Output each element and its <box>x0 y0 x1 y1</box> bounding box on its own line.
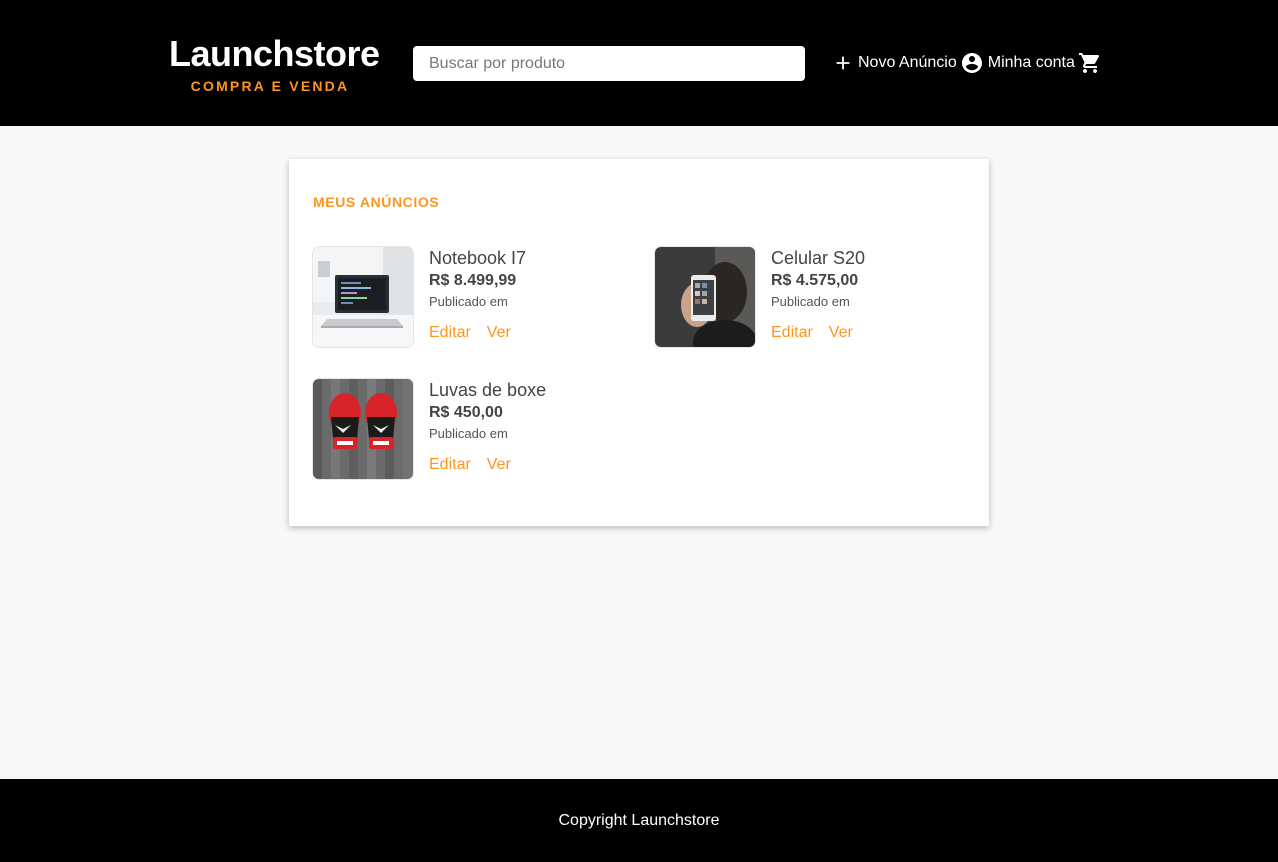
product-info: Luvas de boxe R$ 450,00 Publicado em Edi… <box>429 379 546 474</box>
edit-link[interactable]: Editar <box>429 456 471 474</box>
logo-name: Launchstore <box>169 33 380 74</box>
logo[interactable]: Launchstore COMPRA E VENDA <box>169 33 380 95</box>
cart-link[interactable] <box>1078 51 1102 75</box>
product-published: Publicado em <box>429 426 508 441</box>
header-nav: Novo Anúncio Minha conta <box>832 50 1102 76</box>
laptop-photo[interactable] <box>313 247 413 347</box>
product-price: R$ 450,00 <box>429 404 503 421</box>
my-ads-card: MEUS ANÚNCIOS Notebook I7 R$ 8.499,99 Pu… <box>289 159 989 526</box>
new-ad-label: Novo Anúncio <box>858 54 957 71</box>
product-price: R$ 4.575,00 <box>771 272 859 289</box>
account-circle-icon <box>960 51 984 75</box>
view-link[interactable]: Ver <box>487 324 511 342</box>
product-info: Celular S20 R$ 4.575,00 Publicado em Edi… <box>771 247 865 342</box>
product-item: Luvas de boxe R$ 450,00 Publicado em Edi… <box>313 379 633 479</box>
section-title: MEUS ANÚNCIOS <box>313 194 440 210</box>
product-info: Notebook I7 R$ 8.499,99 Publicado em Edi… <box>429 247 526 342</box>
edit-link[interactable]: Editar <box>429 324 471 342</box>
view-link[interactable]: Ver <box>487 456 511 474</box>
product-item: Notebook I7 R$ 8.499,99 Publicado em Edi… <box>313 247 633 347</box>
logo-tagline: COMPRA E VENDA <box>190 78 350 94</box>
account-label: Minha conta <box>987 54 1075 71</box>
product-title[interactable]: Notebook I7 <box>429 247 526 269</box>
site-header: Launchstore COMPRA E VENDA Novo Anúncio … <box>0 0 1278 126</box>
product-actions: Editar Ver <box>429 324 526 342</box>
product-actions: Editar Ver <box>429 456 546 474</box>
product-published: Publicado em <box>429 294 508 309</box>
account-link[interactable]: Minha conta <box>960 51 1075 75</box>
new-ad-link[interactable]: Novo Anúncio <box>832 52 957 74</box>
product-actions: Editar Ver <box>771 324 865 342</box>
smartphone-photo[interactable] <box>655 247 755 347</box>
edit-link[interactable]: Editar <box>771 324 813 342</box>
shopping-cart-icon <box>1078 51 1102 75</box>
add-icon <box>832 52 854 74</box>
boxing-gloves-photo[interactable] <box>313 379 413 479</box>
search-input[interactable] <box>413 46 805 81</box>
view-link[interactable]: Ver <box>829 324 853 342</box>
product-price: R$ 8.499,99 <box>429 272 517 289</box>
product-title[interactable]: Luvas de boxe <box>429 379 546 401</box>
product-title[interactable]: Celular S20 <box>771 247 865 269</box>
copyright-text: Copyright Launchstore <box>558 811 720 829</box>
site-footer: Copyright Launchstore <box>0 779 1278 862</box>
product-item: Celular S20 R$ 4.575,00 Publicado em Edi… <box>655 247 975 347</box>
product-published: Publicado em <box>771 294 850 309</box>
